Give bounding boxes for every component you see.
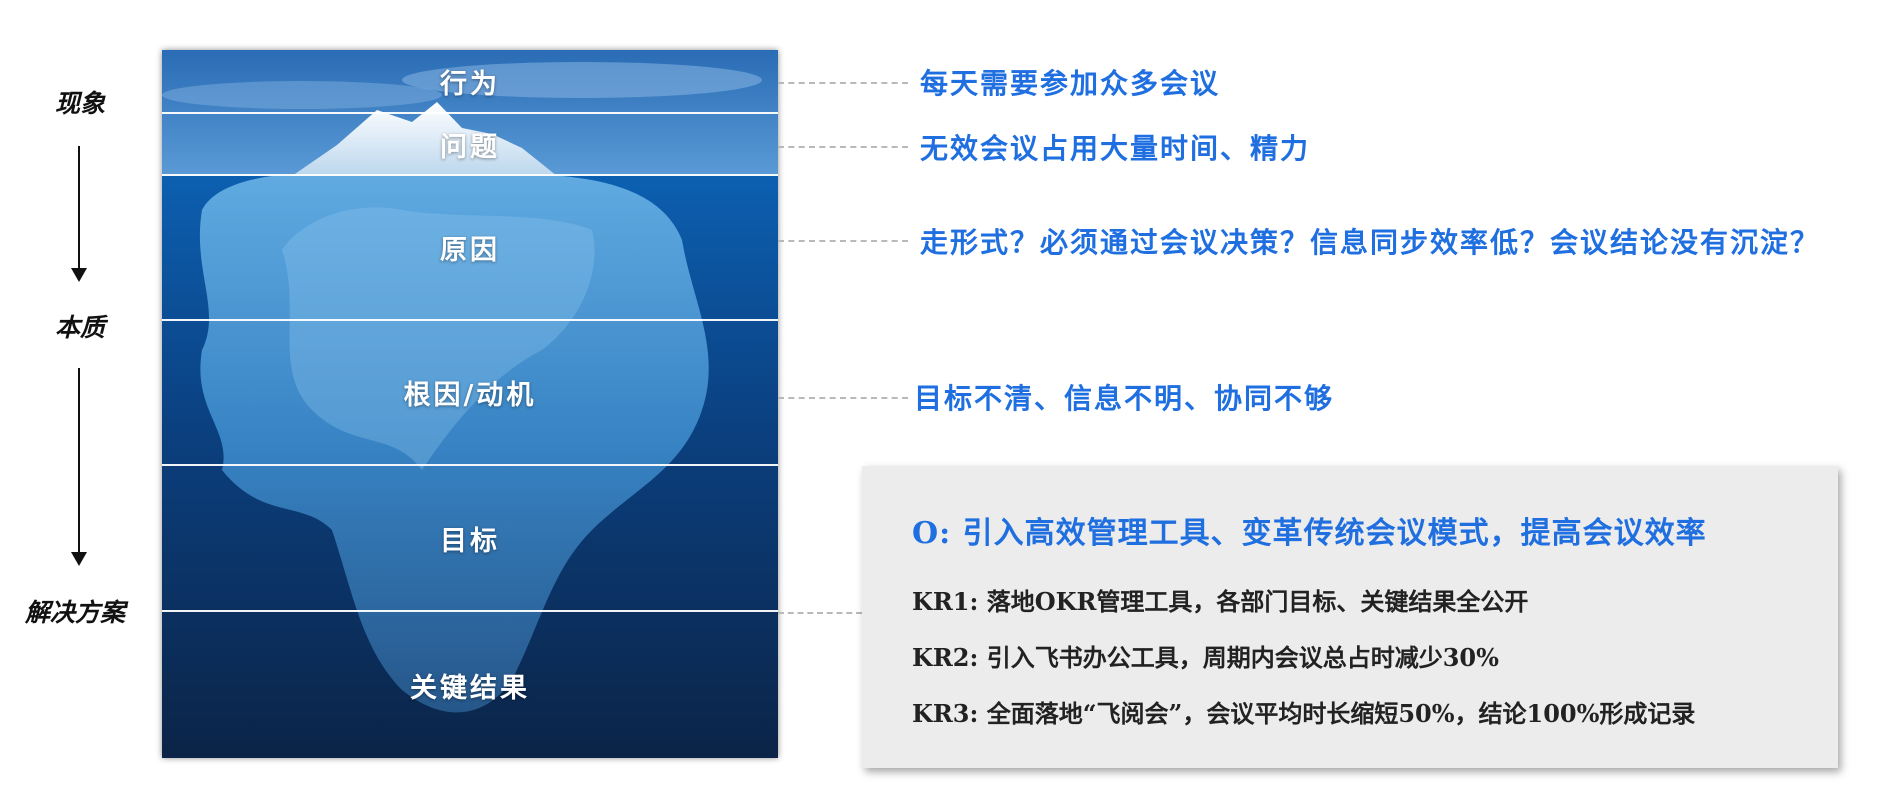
connector-behavior [778,82,908,84]
band-label-goal: 目标 [440,525,500,557]
okr-kr2: KR2: 引入飞书办公工具，周期内会议总占时减少30% [912,643,1499,672]
connector-root-cause [778,397,908,399]
label-essence: 本质 [54,313,105,342]
band-label-problem: 问题 [440,131,500,163]
down-arrow-1 [71,146,87,282]
band-label-key-results: 关键结果 [410,672,530,704]
okr-objective: O: 引入高效管理工具、变革传统会议模式，提高会议效率 [912,516,1707,551]
okr-panel: O: 引入高效管理工具、变革传统会议模式，提高会议效率 KR1: 落地OKR管理… [862,466,1838,768]
label-solution: 解决方案 [24,598,125,627]
label-phenomenon: 现象 [54,89,105,118]
band-behavior: 行为 [162,50,778,114]
band-label-root-cause: 根因/动机 [403,380,537,411]
connector-problem [778,146,908,148]
annotation-problem: 无效会议占用大量时间、精力 [920,132,1311,165]
okr-kr3: KR3: 全面落地“飞阅会”，会议平均时长缩短50%，结论100%形成记录 [912,699,1696,728]
band-goal: 目标 [162,466,778,612]
annotation-root-cause: 目标不清、信息不明、协同不够 [914,382,1335,415]
connector-cause [778,240,908,242]
connector-okr [778,612,862,614]
band-problem: 问题 [162,114,778,176]
band-label-behavior: 行为 [440,68,500,100]
okr-kr1: KR1: 落地OKR管理工具，各部门目标、关键结果全公开 [912,587,1529,616]
annotation-cause: 走形式？必须通过会议决策？信息同步效率低？会议结论没有沉淀？ [920,226,1821,259]
band-root-cause: 根因/动机 [162,321,778,466]
down-arrow-2 [71,368,87,566]
band-cause: 原因 [162,176,778,321]
band-label-cause: 原因 [440,235,500,266]
band-key-results: 关键结果 [162,612,778,758]
annotation-behavior: 每天需要参加众多会议 [920,67,1221,100]
iceberg-diagram: 行为 问题 原因 根因/动机 目标 关键结果 [162,50,778,758]
